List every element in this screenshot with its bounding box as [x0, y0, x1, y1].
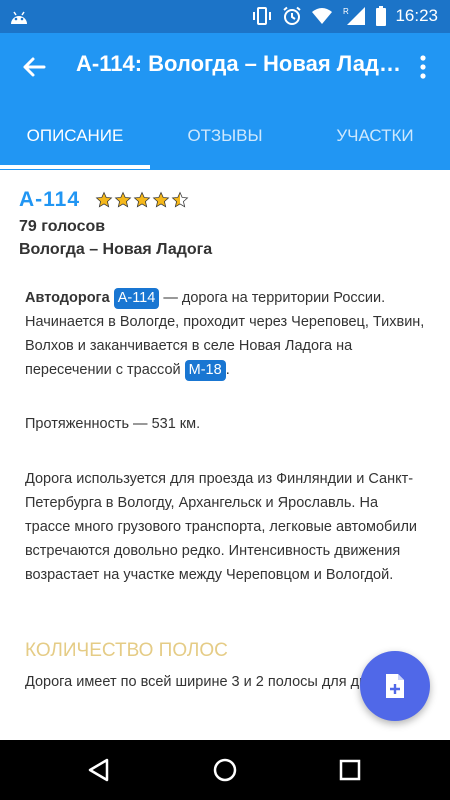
wifi-icon [312, 8, 333, 24]
status-time: 16:23 [395, 6, 438, 25]
home-circle-icon[interactable] [211, 756, 239, 784]
vibrate-icon [253, 7, 272, 25]
length-text: Протяженность — 531 км. [25, 416, 201, 432]
lanes-section-title: КОЛИЧЕСТВО ПОЛОС [25, 640, 228, 661]
back-arrow-icon[interactable] [18, 51, 50, 83]
road-code: А-114 [19, 188, 81, 211]
signal-icon: R [343, 7, 366, 25]
usage-paragraph: Дорога используется для проезда из Финля… [25, 471, 418, 583]
star-icon [114, 191, 132, 208]
half-star-icon [171, 191, 189, 208]
description-paragraph: Автодорога А-114 — дорога на территории … [25, 286, 427, 382]
recents-square-icon[interactable] [336, 756, 364, 784]
votes-count: 79 голосов [19, 218, 106, 235]
description-lead: Автодорога [25, 290, 110, 306]
star-icon [152, 191, 170, 208]
page-title: А-114: Вологда – Новая Ладога [76, 51, 402, 76]
road-header: А-114 [19, 188, 189, 212]
rating-stars [95, 191, 189, 209]
tab-indicator [0, 165, 150, 169]
tab-description[interactable]: ОПИСАНИЕ [0, 101, 150, 170]
navigation-bar [0, 740, 450, 800]
star-icon [95, 191, 113, 208]
battery-icon [376, 6, 387, 26]
road-badge-a114[interactable]: А-114 [113, 288, 160, 309]
status-bar: R 16:23 [0, 0, 450, 33]
road-route: Вологда – Новая Ладога [19, 241, 213, 258]
tab-bar: ОПИСАНИЕ ОТЗЫВЫ УЧАСТКИ [0, 101, 450, 170]
alarm-icon [283, 6, 302, 25]
tab-sections[interactable]: УЧАСТКИ [300, 101, 450, 170]
note-add-icon [386, 674, 404, 698]
network-label: R [343, 7, 349, 16]
star-icon [133, 191, 151, 208]
app-bar: А-114: Вологда – Новая Ладога [0, 33, 450, 101]
android-notification-icon [11, 11, 27, 24]
road-badge-m18[interactable]: М-18 [184, 360, 226, 381]
back-triangle-icon[interactable] [85, 756, 113, 784]
tab-reviews[interactable]: ОТЗЫВЫ [150, 101, 300, 170]
description-end: . [225, 362, 230, 378]
more-vert-icon[interactable] [411, 53, 435, 81]
add-document-button[interactable] [360, 651, 430, 721]
